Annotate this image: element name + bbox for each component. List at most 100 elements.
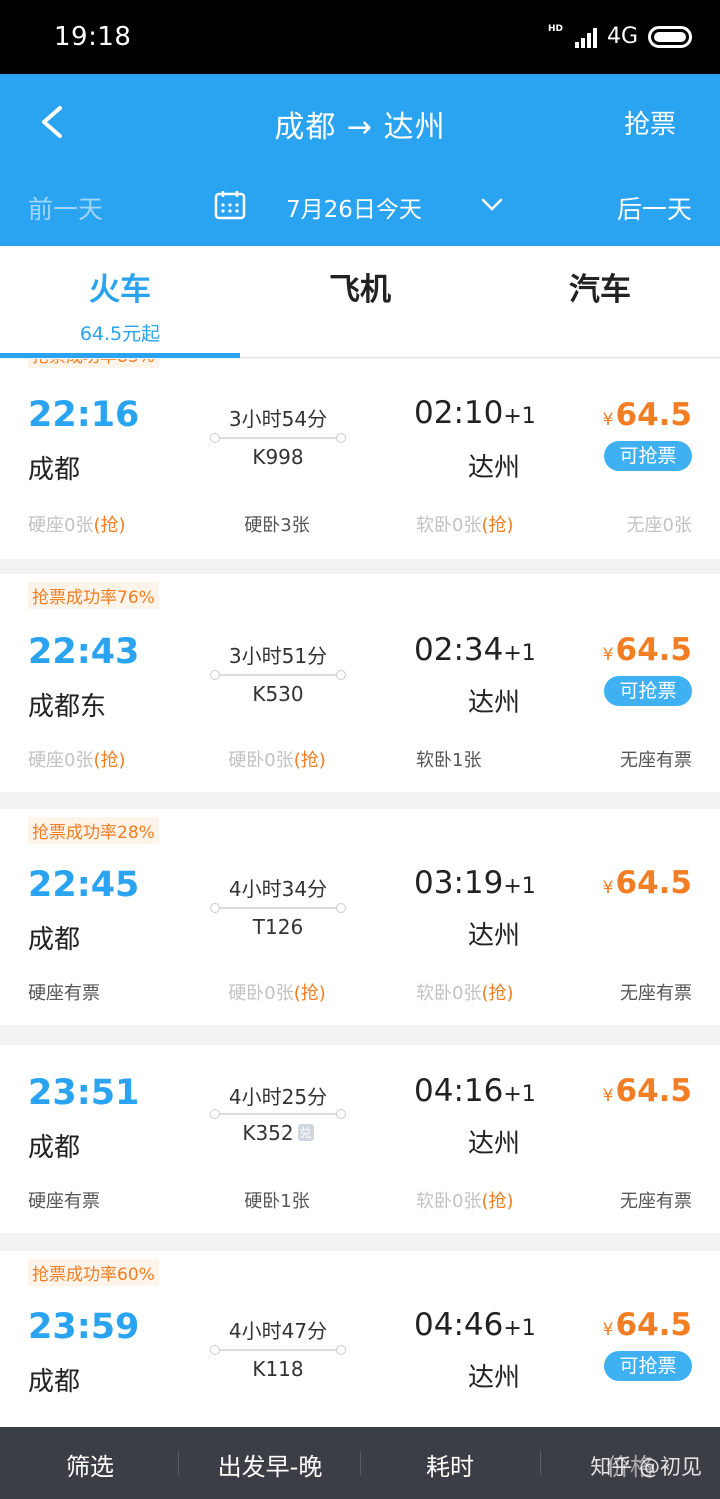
travel-duration: 4小时34分: [228, 877, 328, 901]
transport-tabs: 火车 64.5元起 飞机 汽车: [0, 246, 720, 358]
seat-no-seat: 无座有票: [620, 750, 692, 771]
success-rate-tag: 抢票成功率28%: [28, 817, 159, 844]
previous-day-button[interactable]: 前一天: [28, 190, 103, 226]
ticket-price: ¥64.5: [602, 1307, 692, 1343]
sort-depart-button[interactable]: 出发早-晚: [196, 1447, 344, 1482]
arrival-time: 04:16+1: [414, 1073, 536, 1109]
divider: [540, 1451, 541, 1475]
seat-no-seat: 无座0张: [626, 515, 692, 536]
ticket-price: ¥64.5: [602, 632, 692, 668]
sort-duration-button[interactable]: 耗时: [390, 1447, 510, 1482]
tab-bus[interactable]: 汽车: [480, 264, 720, 309]
tab-flight[interactable]: 飞机: [240, 264, 480, 309]
arrival-station: 达州: [468, 921, 521, 951]
app-header: 成都 → 达州 抢票 前一天 7月26日今天 后一天: [0, 74, 720, 246]
departure-time: 22:16: [28, 395, 140, 435]
train-card[interactable]: 23:51 成都 4小时25分 K352 兑 04:16+1 达州 ¥64.5 硬…: [0, 1045, 720, 1233]
train-list[interactable]: 抢票成功率83% 22:16 成都 3小时54分 K998 02:10+1 达州…: [0, 359, 720, 1427]
chevron-down-icon[interactable]: [480, 196, 504, 214]
next-day-button[interactable]: 后一天: [617, 190, 692, 226]
departure-time: 22:45: [28, 865, 140, 905]
seat-hard-seat: 硬座有票: [28, 983, 100, 1004]
selected-date[interactable]: 7月26日今天: [286, 190, 422, 224]
status-bar: 19:18 HD 4G: [0, 0, 720, 74]
success-rate-tag: 抢票成功率76%: [28, 582, 159, 609]
train-number: T126: [252, 915, 304, 939]
seat-soft-sleeper: 软卧0张(抢): [416, 983, 514, 1004]
departure-time: 22:43: [28, 632, 140, 672]
seat-no-seat: 无座有票: [620, 983, 692, 1004]
network-type: 4G: [606, 24, 638, 49]
duration-line: [210, 1109, 346, 1119]
sort-bar: 筛选 出发早-晚 耗时 价格 知乎 @初见: [0, 1427, 720, 1499]
watermark: 知乎 @初见: [590, 1455, 702, 1479]
seat-hard-seat: 硬座0张(抢): [28, 515, 126, 536]
train-card[interactable]: 抢票成功率76% 22:43 成都东 3小时51分 K530 02:34+1 达…: [0, 574, 720, 792]
seat-no-seat: 无座有票: [620, 1191, 692, 1212]
train-number: K998: [252, 445, 304, 469]
signal-icon: [574, 26, 597, 48]
seat-soft-sleeper: 软卧0张(抢): [416, 515, 514, 536]
travel-duration: 4小时25分: [228, 1085, 328, 1109]
departure-time: 23:51: [28, 1073, 140, 1113]
travel-duration: 3小时54分: [228, 407, 328, 431]
divider: [360, 1451, 361, 1475]
can-grab-badge[interactable]: 可抢票: [604, 441, 692, 471]
tab-price-hint: 64.5元起: [79, 323, 161, 345]
success-rate-tag: 抢票成功率83%: [28, 359, 159, 368]
seat-hard-sleeper: 硬卧1张: [244, 1191, 310, 1212]
departure-station: 成都: [28, 1367, 81, 1397]
train-number: K530: [252, 682, 304, 706]
arrival-time: 02:34+1: [414, 632, 536, 668]
departure-station: 成都: [28, 925, 81, 955]
seat-hard-sleeper: 硬卧0张(抢): [228, 983, 326, 1004]
tab-label: 飞机: [329, 272, 391, 308]
status-time: 19:18: [54, 22, 132, 52]
status-icons: HD 4G: [548, 24, 692, 49]
arrival-station: 达州: [468, 1129, 521, 1159]
next-day-mark: +1: [503, 874, 536, 899]
next-day-mark: +1: [503, 1082, 536, 1107]
train-card[interactable]: 抢票成功率83% 22:16 成都 3小时54分 K998 02:10+1 达州…: [0, 359, 720, 559]
arrival-station: 达州: [468, 1363, 521, 1393]
seat-hard-seat: 硬座0张(抢): [28, 750, 126, 771]
grab-ticket-button[interactable]: 抢票: [624, 104, 676, 141]
travel-duration: 4小时47分: [228, 1319, 328, 1343]
arrival-time: 04:46+1: [414, 1307, 536, 1343]
calendar-icon[interactable]: [214, 190, 246, 220]
exchange-badge-icon: 兑: [297, 1124, 314, 1141]
battery-icon: [648, 25, 692, 48]
tab-train[interactable]: 火车 64.5元起: [0, 264, 240, 346]
active-tab-indicator: [0, 353, 240, 358]
tab-label: 汽车: [569, 272, 631, 308]
duration-line: [210, 1345, 346, 1355]
next-day-mark: +1: [503, 404, 536, 429]
ticket-price: ¥64.5: [602, 865, 692, 901]
duration-line: [210, 433, 346, 443]
seat-hard-seat: 硬座有票: [28, 1191, 100, 1212]
train-number: K352 兑: [242, 1121, 314, 1145]
arrival-station: 达州: [468, 453, 521, 483]
filter-button[interactable]: 筛选: [30, 1447, 150, 1482]
can-grab-badge[interactable]: 可抢票: [604, 676, 692, 706]
arrival-time: 03:19+1: [414, 865, 536, 901]
departure-station: 成都: [28, 1133, 81, 1163]
duration-line: [210, 903, 346, 913]
train-card[interactable]: 抢票成功率60% 23:59 成都 4小时47分 K118 04:46+1 达州…: [0, 1251, 720, 1427]
date-bar: 前一天 7月26日今天 后一天: [0, 184, 720, 230]
duration-line: [210, 670, 346, 680]
travel-duration: 3小时51分: [228, 644, 328, 668]
next-day-mark: +1: [503, 641, 536, 666]
seat-hard-sleeper: 硬卧3张: [244, 515, 310, 536]
divider: [178, 1451, 179, 1475]
next-day-mark: +1: [503, 1316, 536, 1341]
departure-station: 成都东: [28, 692, 107, 722]
train-card[interactable]: 抢票成功率28% 22:45 成都 4小时34分 T126 03:19+1 达州…: [0, 809, 720, 1025]
seat-hard-sleeper: 硬卧0张(抢): [228, 750, 326, 771]
route-title: 成都 → 达州: [274, 110, 446, 145]
train-number: K118: [252, 1357, 304, 1381]
departure-station: 成都: [28, 455, 81, 485]
can-grab-badge[interactable]: 可抢票: [604, 1351, 692, 1381]
ticket-price: ¥64.5: [602, 397, 692, 433]
ticket-price: ¥64.5: [602, 1073, 692, 1109]
